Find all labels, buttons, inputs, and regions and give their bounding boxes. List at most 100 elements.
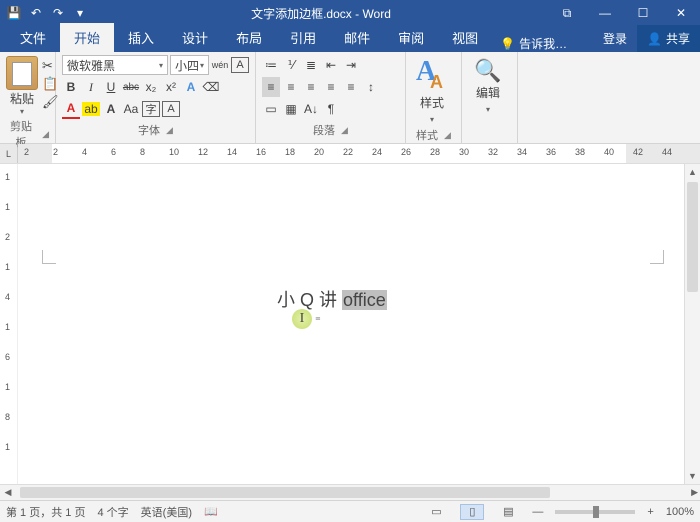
horizontal-scrollbar[interactable]: ◀ ▶ — [0, 484, 700, 500]
superscript-button[interactable]: x² — [162, 77, 180, 97]
shading-button[interactable]: ▭ — [262, 99, 280, 119]
align-distributed-button[interactable]: ≡ — [342, 77, 360, 97]
tab-home[interactable]: 开始 — [60, 23, 114, 52]
group-font: 微软雅黑 ▾ 小四 ▾ wén A B I U abc x₂ x² A ⌫ A … — [56, 52, 256, 143]
font-color-button[interactable]: A — [62, 99, 80, 119]
vruler-tick: 2 — [5, 232, 10, 242]
qat-save-button[interactable]: 💾 — [4, 3, 24, 23]
multilevel-button[interactable]: ≣ — [302, 55, 320, 75]
align-left-button[interactable]: ≡ — [262, 77, 280, 97]
qat-customize-button[interactable]: ▾ — [70, 3, 90, 23]
horizontal-ruler[interactable]: L 22468101214161820222426283032343638404… — [0, 144, 700, 164]
highlight-icon: ab — [82, 102, 99, 116]
share-button[interactable]: 👤 共享 — [637, 25, 700, 52]
scroll-thumb[interactable] — [687, 182, 698, 292]
window-maximize-button[interactable]: ☐ — [624, 0, 662, 26]
group-clipboard: 粘贴 ▾ ✂ 📋 🖌 剪贴板 ◢ — [0, 52, 56, 143]
tab-design[interactable]: 设计 — [168, 23, 222, 52]
document-text[interactable]: 小 Q 讲 office — [277, 286, 387, 312]
qat-undo-button[interactable]: ↶ — [26, 3, 46, 23]
login-button[interactable]: 登录 — [593, 25, 637, 52]
borders-button[interactable]: ▦ — [282, 99, 300, 119]
find-button[interactable]: 🔍 编辑 ▾ — [468, 54, 508, 115]
align-justify-button[interactable]: ≡ — [322, 77, 340, 97]
bold-button[interactable]: B — [62, 77, 80, 97]
line-spacing-button[interactable]: ↕ — [362, 77, 380, 97]
ruler-tick: 36 — [546, 147, 556, 157]
zoom-slider[interactable] — [555, 510, 635, 514]
zoom-percent[interactable]: 100% — [666, 506, 694, 518]
grow-font-button[interactable]: A — [102, 99, 120, 119]
align-right-button[interactable]: ≡ — [302, 77, 320, 97]
hscroll-thumb[interactable] — [20, 487, 550, 498]
text-effects-button[interactable]: A — [182, 77, 200, 97]
window-close-button[interactable]: ✕ — [662, 0, 700, 26]
chevron-down-icon: ▾ — [486, 105, 490, 114]
scroll-up-button[interactable]: ▲ — [685, 164, 700, 180]
scroll-down-button[interactable]: ▼ — [685, 468, 700, 484]
underline-button[interactable]: U — [102, 77, 120, 97]
clipboard-dialog-launcher[interactable]: ◢ — [42, 129, 49, 140]
qat-redo-button[interactable]: ↷ — [48, 3, 68, 23]
tab-review[interactable]: 审阅 — [384, 23, 438, 52]
ruler-tick: 12 — [198, 147, 208, 157]
scroll-left-button[interactable]: ◀ — [0, 487, 16, 498]
increase-indent-button[interactable]: ⇥ — [342, 55, 360, 75]
decrease-indent-button[interactable]: ⇤ — [322, 55, 340, 75]
view-print-button[interactable]: ▯ — [460, 504, 484, 520]
tab-view[interactable]: 视图 — [438, 23, 492, 52]
tab-insert[interactable]: 插入 — [114, 23, 168, 52]
tab-file[interactable]: 文件 — [6, 23, 60, 52]
styles-button[interactable]: A A 样式 ▾ — [412, 54, 452, 125]
ruler-tick: 34 — [517, 147, 527, 157]
font-dialog-launcher[interactable]: ◢ — [166, 125, 173, 136]
status-language[interactable]: 英语(美国) — [141, 504, 192, 520]
zoom-in-button[interactable]: + — [647, 506, 653, 518]
window-minimize-button[interactable]: — — [586, 0, 624, 26]
change-case-button[interactable]: Aa — [122, 99, 140, 119]
paste-dropdown-icon[interactable]: ▾ — [20, 107, 24, 116]
tell-me-input[interactable]: 告诉我… — [519, 35, 567, 52]
paragraph-dialog-launcher[interactable]: ◢ — [341, 125, 348, 136]
tab-mail[interactable]: 邮件 — [330, 23, 384, 52]
font-name-combo[interactable]: 微软雅黑 ▾ — [62, 55, 168, 75]
view-web-button[interactable]: ▤ — [496, 504, 520, 520]
subscript-button[interactable]: x₂ — [142, 77, 160, 97]
document-page[interactable]: 小 Q 讲 office I ⁼ ▲ ▼ — [18, 164, 700, 484]
char-border-button[interactable]: A — [231, 57, 249, 73]
ruler-tick: 6 — [111, 147, 116, 157]
align-center-button[interactable]: ≡ — [282, 77, 300, 97]
font-size-combo[interactable]: 小四 ▾ — [170, 55, 209, 75]
window-snap-button[interactable]: ⧉ — [548, 0, 586, 26]
strike-button[interactable]: abc — [122, 77, 140, 97]
ruler-tick: 26 — [401, 147, 411, 157]
vertical-ruler[interactable]: 1121416181 — [0, 164, 18, 484]
ruler-tick: 40 — [604, 147, 614, 157]
char-border-alt-button[interactable]: A — [162, 101, 180, 117]
view-read-button[interactable]: ▭ — [424, 504, 448, 520]
italic-button[interactable]: I — [82, 77, 100, 97]
ruler-tick: 32 — [488, 147, 498, 157]
phonetic-guide-button[interactable]: wén — [211, 55, 229, 75]
tab-references[interactable]: 引用 — [276, 23, 330, 52]
vertical-scrollbar[interactable]: ▲ ▼ — [684, 164, 700, 484]
cursor-highlight-icon: I — [292, 309, 312, 329]
sort-button[interactable]: A↓ — [302, 99, 320, 119]
status-word-count[interactable]: 4 个字 — [97, 504, 128, 520]
enclose-char-button[interactable]: 字 — [142, 101, 160, 117]
zoom-out-button[interactable]: — — [532, 506, 543, 518]
styles-dialog-launcher[interactable]: ◢ — [444, 130, 451, 141]
status-proofing-icon[interactable]: 📖 — [204, 505, 218, 518]
clear-format-button[interactable]: ⌫ — [202, 77, 220, 97]
group-paragraph: ≔ ⅟ ≣ ⇤ ⇥ ≡ ≡ ≡ ≡ ≡ ↕ ▭ ▦ A↓ ¶ 段落 ◢ — [256, 52, 406, 143]
vruler-tick: 1 — [5, 382, 10, 392]
numbering-button[interactable]: ⅟ — [282, 55, 300, 75]
bullets-button[interactable]: ≔ — [262, 55, 280, 75]
show-marks-button[interactable]: ¶ — [322, 99, 340, 119]
tab-layout[interactable]: 布局 — [222, 23, 276, 52]
char-shading-button[interactable]: ab — [82, 99, 100, 119]
paste-button[interactable]: 粘贴 ▾ — [6, 54, 38, 116]
ruler-tick: 2 — [53, 147, 58, 157]
status-page[interactable]: 第 1 页，共 1 页 — [6, 504, 85, 520]
scroll-right-button[interactable]: ▶ — [691, 487, 698, 498]
